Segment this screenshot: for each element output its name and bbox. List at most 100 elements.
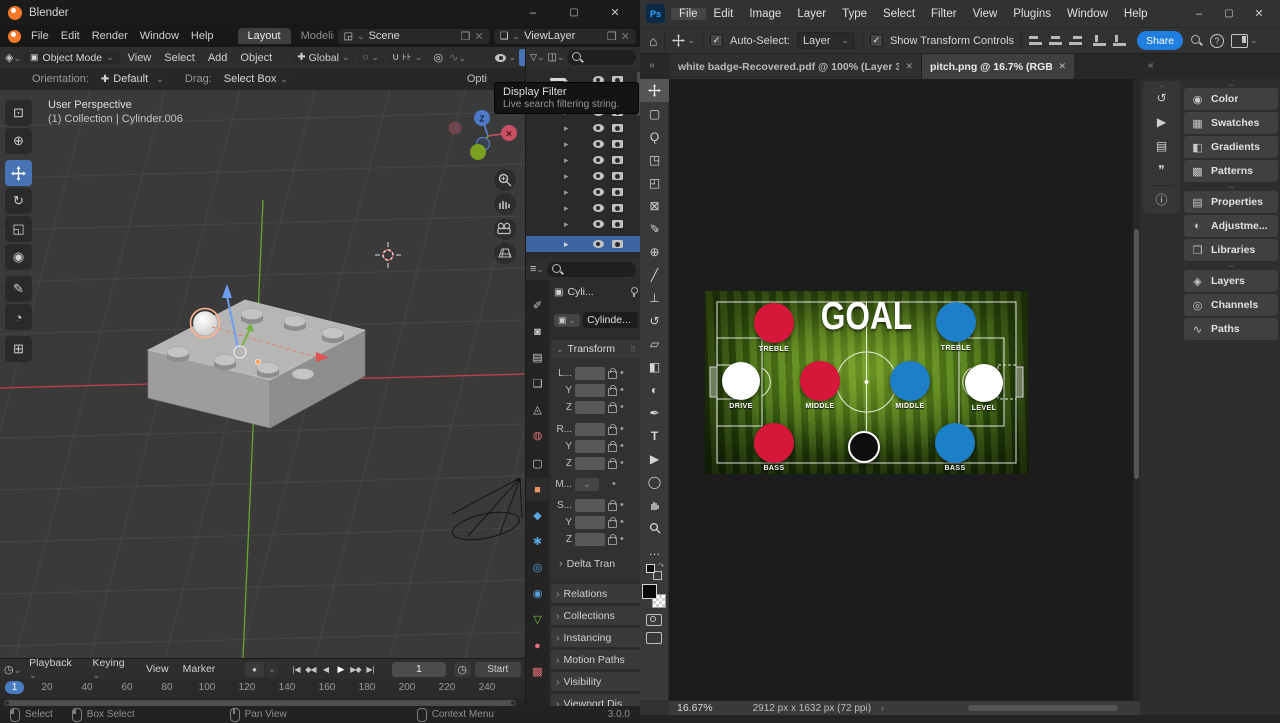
lasso-tool[interactable]: Ǫ [640, 125, 669, 148]
ps-menu-file[interactable]: File [671, 8, 706, 20]
move-tool-preset[interactable]: ⌄ [672, 34, 695, 47]
location-x-field[interactable] [575, 367, 605, 380]
shape-tool[interactable]: ◯ [640, 470, 669, 493]
marquee-tool[interactable]: ▢ [640, 102, 669, 125]
lock-icon[interactable] [608, 537, 617, 545]
object-selection-tool[interactable]: ◳ [640, 148, 669, 171]
disable-render-camera-icon[interactable] [612, 124, 623, 132]
display-mode-icon[interactable]: ◫⌄ [547, 52, 564, 63]
gradient-tool[interactable]: ◧ [640, 355, 669, 378]
workspace-switcher[interactable]: ⌄ [1231, 34, 1258, 48]
new-scene-icon[interactable]: ❐ [460, 30, 470, 43]
world-properties-tab[interactable]: ◍ [526, 424, 549, 447]
pad-level-white[interactable] [965, 364, 1003, 402]
collection-properties-tab[interactable]: ▢ [526, 452, 549, 475]
rotation-mode-dropdown[interactable]: ⌄ [575, 478, 599, 491]
lock-icon[interactable] [608, 405, 617, 413]
material-properties-tab[interactable]: ● [526, 634, 549, 657]
animate-dot-icon[interactable]: • [620, 499, 624, 511]
ps-menu-layer[interactable]: Layer [789, 8, 834, 20]
auto-select-checkbox[interactable]: ✓ [710, 34, 723, 47]
drag-setting-dropdown[interactable]: Select Box ⌄ [218, 72, 294, 86]
canvas-horizontal-scrollbar[interactable] [968, 705, 1118, 711]
outliner-row[interactable]: ▸ [526, 152, 640, 168]
animate-dot-icon[interactable]: • [620, 457, 624, 469]
ps-menu-window[interactable]: Window [1059, 8, 1116, 20]
lock-icon[interactable] [608, 427, 617, 435]
modifier-properties-tab[interactable]: ◆ [526, 504, 549, 527]
pen-tool[interactable]: ✒ [640, 401, 669, 424]
tool-properties-tab[interactable]: ✐ [526, 294, 549, 317]
viewport-canvas[interactable]: Z ✕ [0, 90, 525, 658]
learn-panel-icon[interactable]: ▤ [1143, 139, 1180, 153]
patterns-panel-button[interactable]: ▩Patterns [1184, 160, 1278, 182]
history-panel-icon[interactable]: ↺ [1143, 91, 1180, 105]
next-keyframe-button[interactable]: ▶◆ [348, 662, 363, 676]
timeline-view-menu[interactable]: View [140, 663, 175, 675]
libraries-panel-button[interactable]: ❒Libraries [1184, 239, 1278, 261]
outliner-row[interactable]: ▸ [526, 136, 640, 152]
edit-toolbar-icon[interactable]: … [640, 539, 669, 562]
pad-middle-red[interactable] [800, 361, 840, 401]
pad-drive-white[interactable] [722, 362, 760, 400]
hide-eye-icon[interactable] [593, 124, 604, 132]
animate-dot-icon[interactable]: • [612, 478, 616, 490]
distribute-vertical-icon[interactable] [1113, 35, 1126, 46]
pad-treble-red[interactable] [754, 303, 794, 343]
scale-tool[interactable]: ◱ [5, 216, 32, 242]
tab-close-icon[interactable]: ✕ [1058, 61, 1066, 72]
type-tool[interactable]: T [640, 424, 669, 447]
toolbar-collapse-icon[interactable]: » [649, 60, 655, 71]
lock-icon[interactable] [608, 388, 617, 396]
hide-eye-icon[interactable] [593, 156, 604, 164]
ps-menu-view[interactable]: View [965, 8, 1006, 20]
animate-dot-icon[interactable]: • [620, 367, 624, 379]
pad-middle-blue[interactable] [890, 361, 930, 401]
maximize-button[interactable]: ▢ [557, 7, 591, 18]
color-panel-button[interactable]: ◉Color [1184, 88, 1278, 110]
proportional-edit-icon[interactable]: ◎ [430, 51, 446, 64]
viewport-menu-object[interactable]: Object [235, 52, 277, 64]
layers-panel-button[interactable]: ◈Layers [1184, 270, 1278, 292]
transform-orientation-dropdown[interactable]: ✚ Global ⌄ [292, 51, 354, 65]
viewport-display-panel[interactable]: ›Viewport Dis [551, 694, 640, 706]
viewport-menu-view[interactable]: View [123, 52, 157, 64]
channels-panel-button[interactable]: ◎Channels [1184, 294, 1278, 316]
play-button[interactable]: ▶ [333, 662, 348, 676]
ps-menu-plugins[interactable]: Plugins [1005, 8, 1059, 20]
editor-type-icon[interactable]: ◈⌄ [5, 51, 21, 64]
swatches-panel-button[interactable]: ▦Swatches [1184, 112, 1278, 134]
status-menu-arrow-icon[interactable]: › [881, 703, 884, 713]
play-reverse-button[interactable]: ◀ [318, 662, 333, 676]
cursor-tool[interactable]: ⊕ [5, 128, 32, 154]
menu-file[interactable]: File [25, 30, 55, 42]
photoshop-canvas[interactable]: GOAL TREBLE TREBLE DRIVE MIDDLE MIDDLE L… [669, 79, 1140, 700]
disable-render-camera-icon[interactable] [612, 172, 623, 180]
hide-eye-icon[interactable] [593, 188, 604, 196]
particles-properties-tab[interactable]: ✱ [526, 530, 549, 553]
tab-close-icon[interactable]: ✕ [905, 61, 913, 72]
animate-dot-icon[interactable]: • [620, 440, 624, 452]
align-center-icon[interactable] [1049, 35, 1062, 46]
new-viewlayer-icon[interactable]: ❐ [607, 30, 617, 43]
animate-dot-icon[interactable]: • [620, 384, 624, 396]
auto-select-dropdown[interactable]: Layer ⌄ [797, 32, 855, 49]
scrollbar-thumb[interactable] [1134, 229, 1139, 479]
ps-minimize-button[interactable]: – [1184, 8, 1214, 20]
history-brush-tool[interactable]: ↺ [640, 309, 669, 332]
physics-properties-tab[interactable]: ◎ [526, 556, 549, 579]
object-properties-tab-active[interactable]: ■ [526, 478, 549, 501]
menu-help[interactable]: Help [185, 30, 220, 42]
keying-set-dropdown[interactable]: ⌄ [266, 662, 278, 677]
eraser-tool[interactable]: ▱ [640, 332, 669, 355]
close-button[interactable]: ✕ [598, 6, 632, 19]
snapping-dropdown[interactable]: ∪⊦⊦⌄ [387, 51, 427, 64]
delta-transform-subpanel[interactable]: ›Delta Tran [559, 558, 615, 570]
menu-window[interactable]: Window [134, 30, 185, 42]
crop-tool[interactable]: ◰ [640, 171, 669, 194]
object-name-field[interactable]: Cylinde... [583, 312, 638, 328]
move-tool[interactable] [5, 160, 32, 186]
menu-edit[interactable]: Edit [55, 30, 86, 42]
animate-dot-icon[interactable]: • [620, 401, 624, 413]
annotate-tool[interactable]: ✎ [5, 276, 32, 302]
